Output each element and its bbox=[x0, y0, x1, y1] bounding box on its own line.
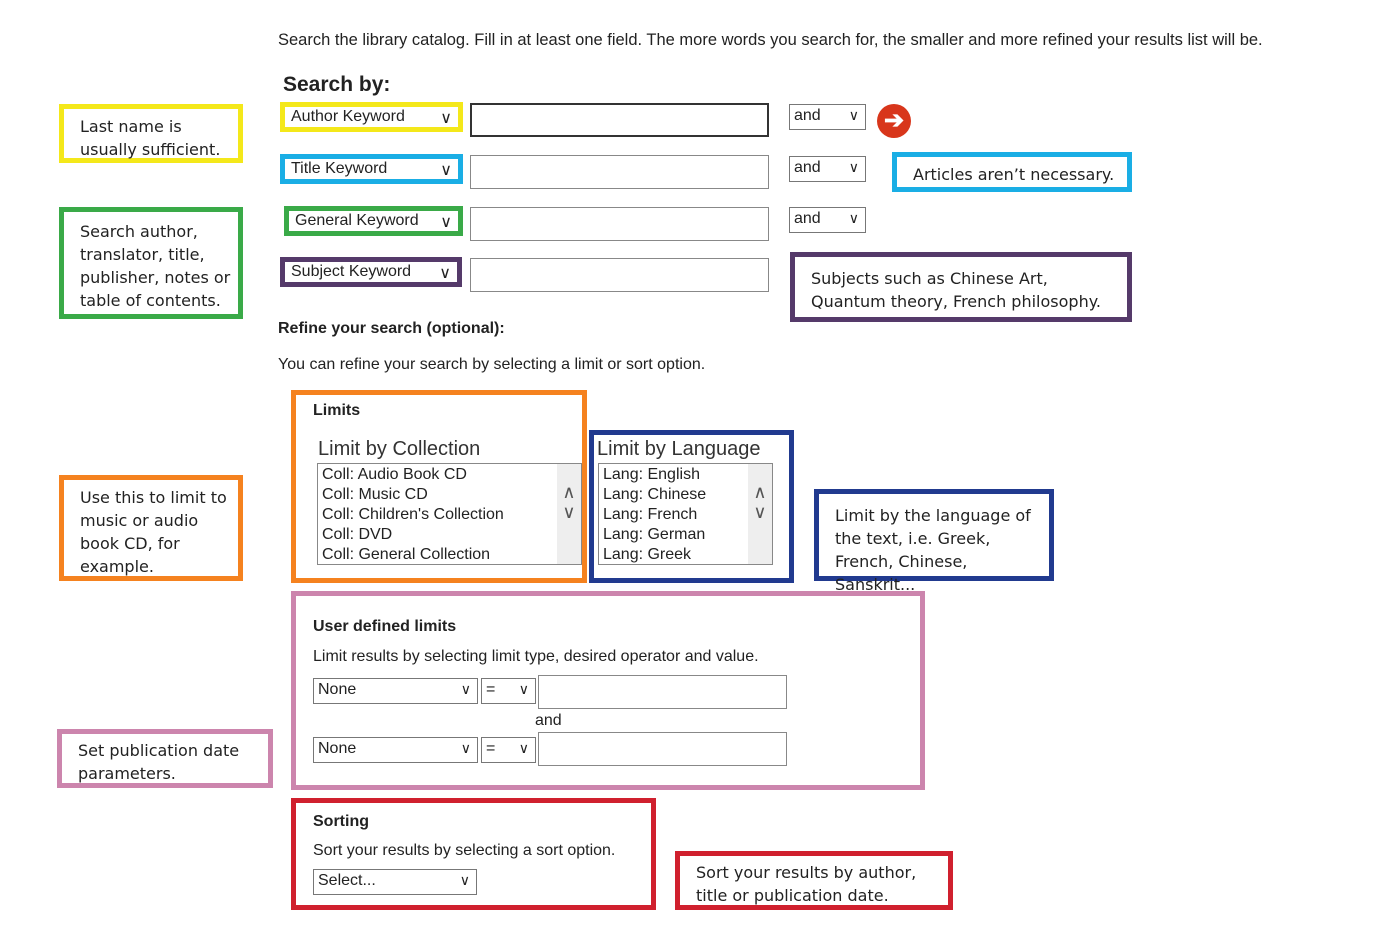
select-value: None bbox=[318, 681, 357, 698]
chevron-down-icon: ∨ bbox=[459, 872, 470, 888]
collection-listbox[interactable]: Coll: Audio Book CD Coll: Music CD Coll:… bbox=[317, 463, 582, 565]
operator-select-1[interactable]: = ∨ bbox=[481, 678, 536, 704]
chevron-down-icon: ∨ bbox=[848, 107, 859, 123]
select-value: = bbox=[486, 740, 496, 757]
callout-title: Articles aren’t necessary. bbox=[892, 152, 1132, 192]
select-value: Author Keyword bbox=[291, 108, 405, 125]
intro-text: Search the library catalog. Fill in at l… bbox=[278, 31, 1263, 49]
scrollbar[interactable]: ∧ ∨ bbox=[748, 464, 772, 564]
limit-type-select-1[interactable]: None ∨ bbox=[313, 678, 478, 704]
select-value: and bbox=[794, 159, 821, 176]
chevron-down-icon[interactable]: ∨ bbox=[748, 502, 772, 522]
title-operator-select[interactable]: and ∨ bbox=[789, 156, 866, 182]
callout-language: Limit by the language of the text, i.e. … bbox=[814, 489, 1054, 594]
scrollbar[interactable]: ∧ ∨ bbox=[557, 464, 581, 564]
callout-sort: Sort your results by author, title or pu… bbox=[675, 851, 953, 910]
language-listbox[interactable]: Lang: English Lang: Chinese Lang: French… bbox=[598, 463, 773, 565]
collection-label: Limit by Collection bbox=[318, 438, 481, 460]
and-label: and bbox=[535, 712, 562, 729]
language-label: Limit by Language bbox=[597, 438, 761, 460]
title-keyword-input[interactable] bbox=[470, 155, 769, 189]
callout-general: Search author, translator, title, publis… bbox=[59, 207, 243, 319]
select-value: = bbox=[486, 681, 496, 698]
sort-select[interactable]: Select... ∨ bbox=[313, 869, 477, 895]
chevron-down-icon: ∨ bbox=[460, 681, 471, 697]
limit-value-input-1[interactable] bbox=[538, 675, 787, 709]
chevron-down-icon: ∨ bbox=[518, 681, 529, 697]
subject-keyword-input[interactable] bbox=[470, 258, 769, 292]
select-value: and bbox=[794, 210, 821, 227]
select-value: None bbox=[318, 740, 357, 757]
refine-description: You can refine your search by selecting … bbox=[278, 356, 706, 373]
chevron-up-icon[interactable]: ∧ bbox=[748, 482, 772, 502]
select-value: General Keyword bbox=[295, 212, 419, 229]
author-keyword-input[interactable] bbox=[470, 103, 769, 137]
list-item[interactable]: Coll: General Collection bbox=[322, 545, 577, 565]
limit-type-select-2[interactable]: None ∨ bbox=[313, 737, 478, 763]
chevron-down-icon: ∨ bbox=[440, 214, 452, 231]
list-item[interactable]: Coll: Audio Book CD bbox=[322, 465, 577, 485]
limits-heading: Limits bbox=[313, 402, 361, 419]
callout-date: Set publication date parameters. bbox=[57, 729, 273, 788]
general-field-select[interactable]: General Keyword ∨ bbox=[284, 206, 463, 236]
limit-value-input-2[interactable] bbox=[538, 732, 787, 766]
sorting-description: Sort your results by selecting a sort op… bbox=[313, 842, 616, 859]
title-field-select[interactable]: Title Keyword ∨ bbox=[280, 154, 463, 184]
chevron-down-icon: ∨ bbox=[440, 162, 452, 179]
operator-select-2[interactable]: = ∨ bbox=[481, 737, 536, 763]
callout-subject: Subjects such as Chinese Art, Quantum th… bbox=[790, 252, 1132, 322]
callout-author: Last name is usually sufficient. bbox=[59, 104, 243, 163]
list-item[interactable]: Coll: Children's Collection bbox=[322, 505, 577, 525]
chevron-down-icon: ∨ bbox=[848, 159, 859, 175]
user-limits-heading: User defined limits bbox=[313, 618, 457, 635]
select-value: and bbox=[794, 107, 821, 124]
chevron-down-icon: ∨ bbox=[460, 740, 471, 756]
chevron-down-icon[interactable]: ∨ bbox=[557, 502, 581, 522]
refine-heading: Refine your search (optional): bbox=[278, 320, 505, 337]
search-heading: Search by: bbox=[283, 73, 391, 96]
chevron-down-icon: ∨ bbox=[518, 740, 529, 756]
select-value: Title Keyword bbox=[291, 160, 388, 177]
author-field-select[interactable]: Author Keyword ∨ bbox=[280, 102, 463, 132]
user-limits-description: Limit results by selecting limit type, d… bbox=[313, 648, 759, 665]
list-item[interactable]: Lang: German bbox=[603, 525, 768, 545]
select-value: Subject Keyword bbox=[291, 263, 412, 280]
select-value: Select... bbox=[318, 872, 376, 889]
list-item[interactable]: Lang: Chinese bbox=[603, 485, 768, 505]
sorting-heading: Sorting bbox=[313, 813, 369, 830]
chevron-down-icon: ∨ bbox=[440, 110, 452, 127]
list-item[interactable]: Coll: DVD bbox=[322, 525, 577, 545]
chevron-up-icon[interactable]: ∧ bbox=[557, 482, 581, 502]
author-operator-select[interactable]: and ∨ bbox=[789, 104, 866, 130]
list-item[interactable]: Lang: Greek bbox=[603, 545, 768, 565]
chevron-down-icon: ∨ bbox=[848, 210, 859, 226]
callout-collection: Use this to limit to music or audio book… bbox=[59, 475, 243, 581]
general-keyword-input[interactable] bbox=[470, 207, 769, 241]
list-item[interactable]: Lang: French bbox=[603, 505, 768, 525]
list-item[interactable]: Coll: Music CD bbox=[322, 485, 577, 505]
list-item[interactable]: Lang: English bbox=[603, 465, 768, 485]
general-operator-select[interactable]: and ∨ bbox=[789, 207, 866, 233]
chevron-down-icon: ∨ bbox=[439, 265, 451, 282]
arrow-right-circle-icon[interactable]: ➔ bbox=[877, 104, 911, 138]
subject-field-select[interactable]: Subject Keyword ∨ bbox=[280, 257, 462, 287]
